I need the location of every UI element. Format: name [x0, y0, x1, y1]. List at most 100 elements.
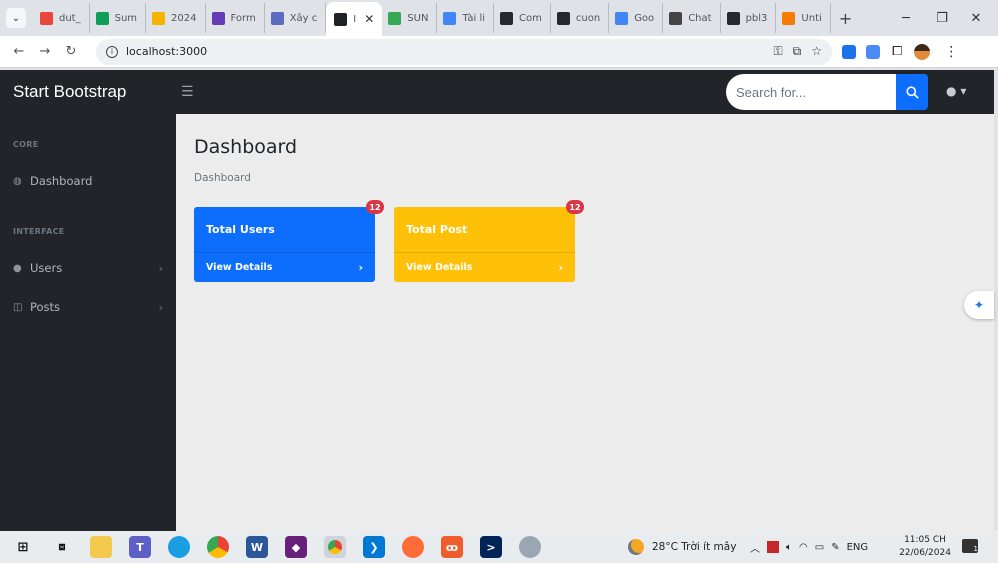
- vscode-icon[interactable]: ❯: [363, 536, 385, 558]
- antivirus-icon[interactable]: [767, 541, 779, 553]
- address-bar[interactable]: i localhost:3000 ⚿ ⧉ ☆: [96, 38, 832, 65]
- visual-studio-icon[interactable]: ◆: [285, 536, 307, 558]
- minimize-button[interactable]: ─: [888, 0, 924, 36]
- clock-date: 22/06/2024: [899, 548, 951, 558]
- floating-extension-button[interactable]: ✦: [964, 291, 994, 319]
- wifi-icon[interactable]: ◠: [799, 542, 808, 553]
- card-title: Total Users: [206, 223, 275, 236]
- profile-avatar[interactable]: [914, 43, 931, 60]
- extension-drop-icon[interactable]: [842, 44, 856, 59]
- language-indicator[interactable]: ENG: [847, 542, 869, 553]
- browser-tab-active[interactable]: I ✕: [326, 2, 383, 36]
- browser-tab[interactable]: dut_: [34, 3, 90, 33]
- user-dropdown-button[interactable]: ● ▾: [946, 84, 966, 98]
- windows-start-icon[interactable]: ⊞: [12, 536, 34, 558]
- search-button[interactable]: [896, 74, 928, 110]
- sidebar-item-label: Dashboard: [30, 174, 93, 188]
- tab-favicon-icon: [726, 11, 740, 25]
- site-info-icon[interactable]: i: [106, 45, 118, 58]
- tab-favicon-icon: [270, 11, 284, 25]
- weather-temp: 28°C: [652, 541, 678, 553]
- browser-tab[interactable]: pbl3: [721, 3, 777, 33]
- browser-tab[interactable]: Form: [206, 3, 265, 33]
- chrome-icon[interactable]: [207, 536, 229, 558]
- tab-favicon-icon: [669, 11, 683, 25]
- tab-favicon-icon: [95, 11, 109, 25]
- browser-menu-icon[interactable]: ⋮: [944, 44, 958, 60]
- password-key-icon[interactable]: ⚿: [774, 44, 783, 59]
- view-details-link[interactable]: View Details ›: [194, 252, 375, 282]
- tab-favicon-icon: [556, 11, 570, 25]
- weather-widget[interactable]: 28°C Trời ít mây: [628, 531, 736, 563]
- battery-icon[interactable]: ▭: [815, 542, 824, 553]
- chevron-right-icon: ›: [558, 261, 563, 274]
- paint-icon[interactable]: [519, 536, 541, 558]
- task-view-icon[interactable]: ⧈: [51, 536, 73, 558]
- notification-badge: 12: [366, 200, 384, 214]
- tab-search-button[interactable]: ⌄: [6, 8, 26, 28]
- install-app-icon[interactable]: ⧉: [793, 44, 802, 59]
- chevron-right-icon: ›: [158, 300, 163, 314]
- new-tab-button[interactable]: +: [839, 9, 852, 28]
- close-window-button[interactable]: ✕: [958, 0, 994, 36]
- sidebar-item-posts[interactable]: ◫ Posts ›: [13, 300, 163, 314]
- extensions-puzzle-icon[interactable]: ⧠: [892, 44, 902, 59]
- restore-button[interactable]: ❐: [924, 0, 960, 36]
- tab-label: dut_: [59, 12, 81, 24]
- forward-button[interactable]: →: [32, 44, 58, 59]
- bookmark-star-icon[interactable]: ☆: [811, 44, 822, 59]
- taskbar-clock[interactable]: 11:05 CH 22/06/2024: [896, 534, 954, 560]
- translate-extension-icon[interactable]: [866, 44, 880, 59]
- reload-button[interactable]: ↻: [58, 44, 84, 59]
- tabs-container: dut_ Sum 2024 Form Xây c I ✕ SUN Tài li Com cuon Go…: [34, 0, 831, 36]
- sidebar-item-dashboard[interactable]: ◍ Dashboard: [13, 174, 163, 188]
- sidebar: CORE ◍ Dashboard INTERFACE ● Users › ◫ P…: [0, 114, 176, 531]
- url-text: localhost:3000: [126, 45, 208, 58]
- sidebar-item-users[interactable]: ● Users ›: [13, 261, 163, 275]
- chevron-down-icon: ⌄: [11, 12, 21, 24]
- pen-icon[interactable]: ✎: [831, 542, 839, 553]
- brand-link[interactable]: Start Bootstrap: [13, 82, 179, 102]
- search-input[interactable]: [726, 74, 896, 110]
- browser-tab[interactable]: Goo: [609, 3, 664, 33]
- browser-tab[interactable]: 2024: [146, 3, 206, 33]
- xampp-icon[interactable]: ꝏ: [441, 536, 463, 558]
- powershell-icon[interactable]: >: [480, 536, 502, 558]
- word-icon[interactable]: W: [246, 536, 268, 558]
- tab-label: pbl3: [745, 12, 768, 24]
- browser-tab[interactable]: cuon: [551, 3, 610, 33]
- search-icon: [905, 85, 919, 99]
- notification-center-icon[interactable]: 1: [962, 539, 978, 553]
- tab-label: Com: [519, 12, 542, 24]
- browser-tab[interactable]: Chat: [663, 3, 721, 33]
- tab-label: Tài li: [462, 12, 486, 24]
- browser-tab[interactable]: Xây c: [265, 3, 327, 33]
- browser-tab[interactable]: SUN: [382, 3, 438, 33]
- teams-icon[interactable]: T: [129, 536, 151, 558]
- browser-tab[interactable]: Unti: [776, 3, 831, 33]
- water-drop-icon: ✦: [973, 298, 985, 312]
- notification-badge: 12: [566, 200, 584, 214]
- postman-icon[interactable]: [402, 536, 424, 558]
- volume-icon[interactable]: 🔈︎: [786, 542, 792, 553]
- tab-favicon-icon: [40, 11, 53, 25]
- close-tab-icon[interactable]: ✕: [364, 12, 374, 26]
- browser-tab[interactable]: Sum: [90, 3, 147, 33]
- browser-tab-strip: ⌄ dut_ Sum 2024 Form Xây c I ✕ SUN Tài li Com cuon…: [0, 0, 998, 36]
- browser-tab[interactable]: Com: [494, 3, 551, 33]
- view-details-link[interactable]: View Details ›: [394, 252, 575, 282]
- back-button[interactable]: ←: [6, 44, 32, 59]
- tab-favicon-icon: [500, 11, 514, 25]
- browser-tab[interactable]: Tài li: [437, 3, 495, 33]
- edge-icon[interactable]: [168, 536, 190, 558]
- notification-count: 1: [973, 545, 978, 553]
- tab-favicon-icon: [388, 11, 402, 25]
- tab-label: I: [353, 13, 357, 25]
- user-icon: ●: [946, 84, 957, 98]
- card-title: Total Post: [406, 223, 468, 236]
- chrome-active-icon[interactable]: [324, 536, 346, 558]
- chevron-up-icon[interactable]: ︿: [750, 540, 760, 555]
- file-explorer-icon[interactable]: [90, 536, 112, 558]
- weather-text: Trời ít mây: [681, 541, 737, 553]
- sidebar-toggle-icon[interactable]: ☰: [181, 84, 194, 100]
